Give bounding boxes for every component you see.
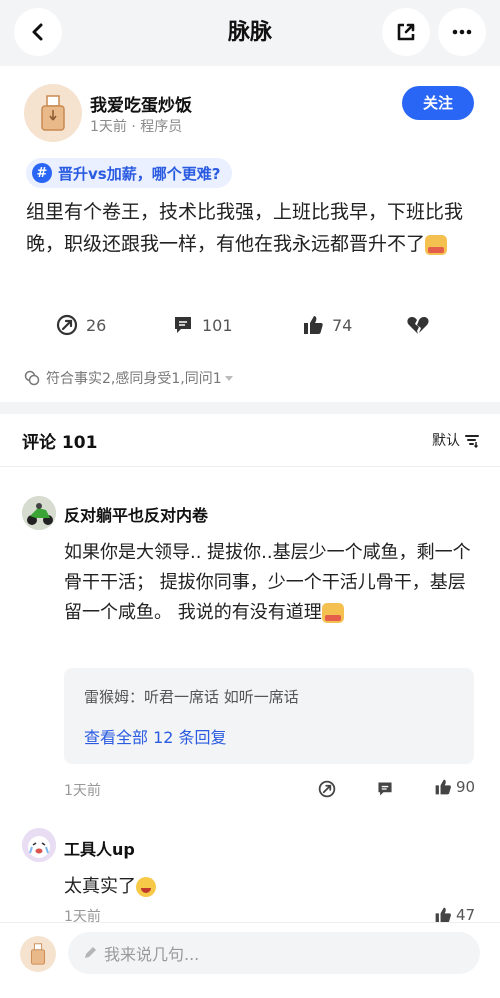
chevron-left-icon (32, 23, 43, 41)
hashtag-icon: # (32, 163, 52, 183)
more-button[interactable] (438, 8, 486, 56)
reply-author: 雷猴姆： (84, 688, 145, 706)
comment-stat[interactable]: 101 (172, 314, 233, 336)
page-title: 脉脉 (227, 20, 272, 45)
caret-down-icon (224, 376, 233, 381)
share-icon (397, 23, 415, 41)
more-icon (452, 29, 472, 35)
moneybag-emoji-icon (425, 234, 448, 255)
usb-drive-icon (41, 95, 65, 131)
comment-body: 太真实了 (64, 872, 156, 898)
thumbs-up-icon (435, 779, 451, 795)
comment-input[interactable]: 我来说几句... (68, 932, 480, 974)
reply-text: 听君一席话 如听一席话 (144, 688, 299, 706)
reply-preview[interactable]: 雷猴姆：听君一席话 如听一席话 查看全部 12 条回复 (64, 668, 474, 764)
commenter-avatar[interactable] (22, 496, 56, 530)
forward-icon (318, 780, 336, 798)
follow-button[interactable]: 关注 (402, 86, 474, 120)
motorcycle-avatar-icon (22, 496, 56, 530)
comment-input-placeholder: 我来说几句... (104, 945, 200, 964)
comment-body-text: 如果你是大领导.. 提拔你..基层少一个咸鱼，剩一个骨干干活； 提拔你同事，少一… (64, 542, 471, 623)
my-avatar[interactable] (20, 936, 56, 972)
laughing-emoji-icon (136, 877, 156, 897)
comment-icon (378, 782, 392, 796)
sort-button[interactable]: 默认 (432, 430, 480, 450)
broken-heart-icon (407, 317, 429, 334)
author-meta: 1天前 · 程序员 (90, 119, 183, 135)
usb-drive-icon (30, 943, 46, 965)
thumbs-up-icon (304, 316, 323, 334)
moneybag-emoji-icon (321, 603, 344, 623)
comment-reply-button[interactable] (376, 780, 394, 798)
like-stat[interactable]: 74 (302, 314, 352, 336)
post-body: 组里有个卷王，技术比我强，上班比我早，下班比我晚，职级还跟我一样，有他在我永远都… (26, 196, 486, 260)
topic-tag[interactable]: # 晋升vs加薪，哪个更难? (26, 158, 233, 188)
crying-face-avatar-icon (22, 828, 56, 862)
comment-like-count: 90 (456, 778, 476, 796)
reply-line: 雷猴姆：听君一席话 如听一席话 (84, 686, 299, 707)
comments-title: 评论 101 (22, 433, 98, 453)
sort-icon (465, 435, 479, 448)
post-body-text: 组里有个卷王，技术比我强，上班比我早，下班比我晚，职级还跟我一样，有他在我永远都… (26, 201, 464, 255)
pencil-icon (85, 947, 96, 958)
comment-like-button[interactable]: 90 (434, 778, 475, 796)
header-divider (0, 466, 500, 467)
reactions-text: 符合事实2,感同身受1,同问1 (46, 371, 222, 387)
commenter-avatar[interactable] (22, 828, 56, 862)
comment-body: 如果你是大领导.. 提拔你..基层少一个咸鱼，剩一个骨干干活； 提拔你同事，少一… (64, 538, 476, 628)
share-count: 26 (86, 315, 107, 335)
comment-forward-button[interactable] (318, 780, 336, 798)
author-name[interactable]: 我爱吃蛋炒饭 (90, 91, 192, 116)
dislike-button[interactable] (406, 314, 430, 336)
comment-count: 101 (202, 315, 233, 335)
topic-text: 晋升vs加薪，哪个更难? (58, 164, 221, 183)
back-button[interactable] (14, 8, 62, 56)
comment-time: 1天前 (64, 783, 101, 799)
commenter-name[interactable]: 工具人up (64, 836, 135, 860)
commenter-name[interactable]: 反对躺平也反对内卷 (64, 502, 208, 526)
share-button[interactable] (382, 8, 430, 56)
reaction-icon (24, 370, 40, 386)
sort-label: 默认 (432, 433, 460, 449)
comment-body-text: 太真实了 (64, 876, 136, 897)
like-count: 74 (332, 315, 353, 335)
forward-icon (56, 314, 78, 336)
share-stat[interactable]: 26 (56, 314, 106, 336)
view-all-replies-link[interactable]: 查看全部 12 条回复 (84, 724, 227, 748)
reactions-summary[interactable]: 符合事实2,感同身受1,同问1 (24, 368, 234, 388)
section-divider (0, 402, 500, 414)
comment-icon (175, 317, 191, 333)
author-avatar[interactable] (24, 84, 82, 142)
